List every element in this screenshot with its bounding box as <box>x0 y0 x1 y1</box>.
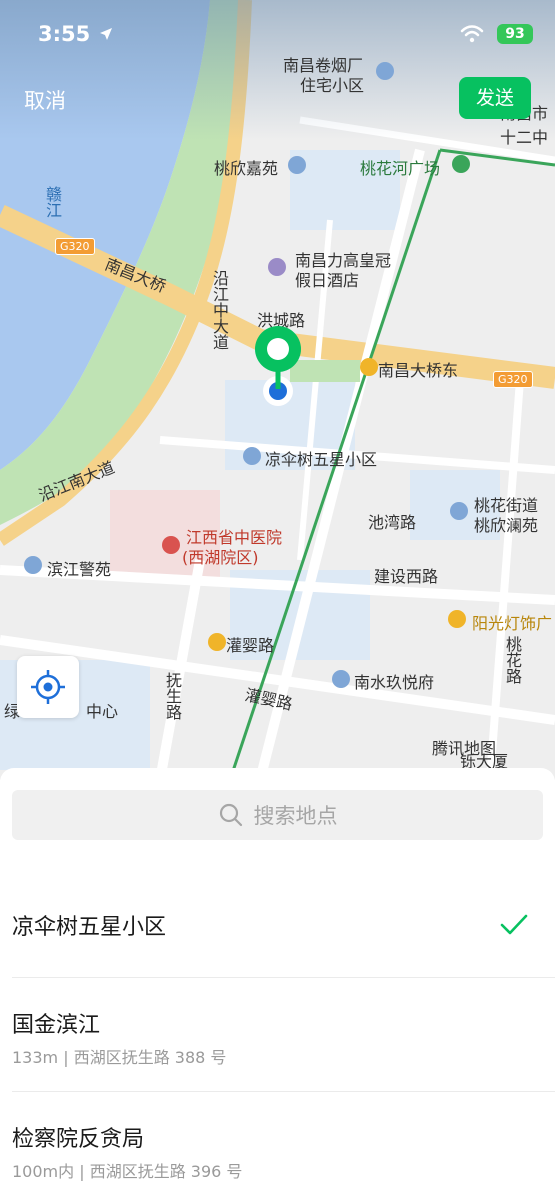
result-detail: 100m内 | 西湖区抚生路 396 号 <box>12 1162 243 1181</box>
poi-label[interactable]: 凉伞树五星小区 <box>265 446 377 470</box>
poi-icon <box>24 556 42 574</box>
poi-label[interactable]: 假日酒店 <box>295 267 359 291</box>
poi-icon <box>243 447 261 465</box>
road-label: 桃花路 <box>503 636 522 684</box>
station-label[interactable]: 南昌大桥东 <box>378 357 458 381</box>
list-item[interactable]: 国金滨江 133m | 西湖区抚生路 388 号 <box>0 978 555 1090</box>
poi-icon <box>450 502 468 520</box>
road-label: 池湾路 <box>368 513 417 532</box>
battery-indicator: 93 <box>497 24 533 44</box>
shop-icon <box>448 610 466 628</box>
poi-icon <box>288 156 306 174</box>
road-label: 沿江中大道 <box>210 270 229 350</box>
poi-label[interactable]: 滨江警苑 <box>47 556 111 580</box>
poi-icon <box>332 670 350 688</box>
station-label[interactable]: 灌婴路 <box>226 632 274 656</box>
hospital-icon <box>162 536 180 554</box>
cancel-button[interactable]: 取消 <box>24 85 66 115</box>
result-detail: 133m | 西湖区抚生路 388 号 <box>12 1048 227 1067</box>
search-icon <box>219 803 242 827</box>
map-brand: 腾讯地图 <box>432 739 497 758</box>
bus-station-icon <box>360 358 378 376</box>
road-label: 抚生路 <box>163 672 182 720</box>
poi-label[interactable]: 阳光灯饰广 <box>472 610 552 634</box>
poi-label[interactable]: 中心 <box>86 698 118 722</box>
highway-shield: G320 <box>55 238 95 255</box>
crosshair-icon <box>31 670 65 704</box>
road-label: 建设西路 <box>374 567 439 586</box>
search-placeholder: 搜索地点 <box>253 804 338 828</box>
location-sheet: 搜索地点 凉伞树五星小区 国金滨江 133m | 西湖区抚生路 388 号 检察… <box>0 768 555 1200</box>
poi-label[interactable]: 桃欣嘉苑 <box>214 155 278 179</box>
poi-label[interactable]: (西湖院区) <box>182 544 259 568</box>
checkmark-icon <box>500 914 528 935</box>
poi-label[interactable]: 住宅小区 <box>300 72 364 96</box>
result-name: 检察院反贪局 <box>12 1127 145 1152</box>
search-input[interactable]: 搜索地点 <box>12 790 543 840</box>
locate-me-button[interactable] <box>17 656 79 718</box>
location-arrow-icon <box>100 28 112 40</box>
poi-label[interactable]: 南水玖悦府 <box>354 669 434 693</box>
list-item[interactable]: 凉伞树五星小区 <box>0 873 555 973</box>
highway-shield: G320 <box>493 371 533 388</box>
location-pin-icon[interactable] <box>252 325 304 409</box>
poi-label[interactable]: 桃花河广场 <box>360 155 440 179</box>
send-button[interactable]: 发送 <box>459 77 531 119</box>
wifi-icon <box>460 25 484 43</box>
river-label: 赣江 <box>43 186 62 218</box>
result-name: 凉伞树五星小区 <box>12 915 167 940</box>
status-time: 3:55 <box>38 22 91 46</box>
poi-label[interactable]: 桃欣澜苑 <box>474 512 538 536</box>
list-item[interactable]: 检察院反贪局 100m内 | 西湖区抚生路 396 号 <box>0 1092 555 1200</box>
result-name: 国金滨江 <box>12 1013 101 1038</box>
hotel-icon <box>268 258 286 276</box>
bus-station-icon <box>208 633 226 651</box>
park-icon <box>452 155 470 173</box>
status-bar: 3:55 93 <box>0 0 555 70</box>
